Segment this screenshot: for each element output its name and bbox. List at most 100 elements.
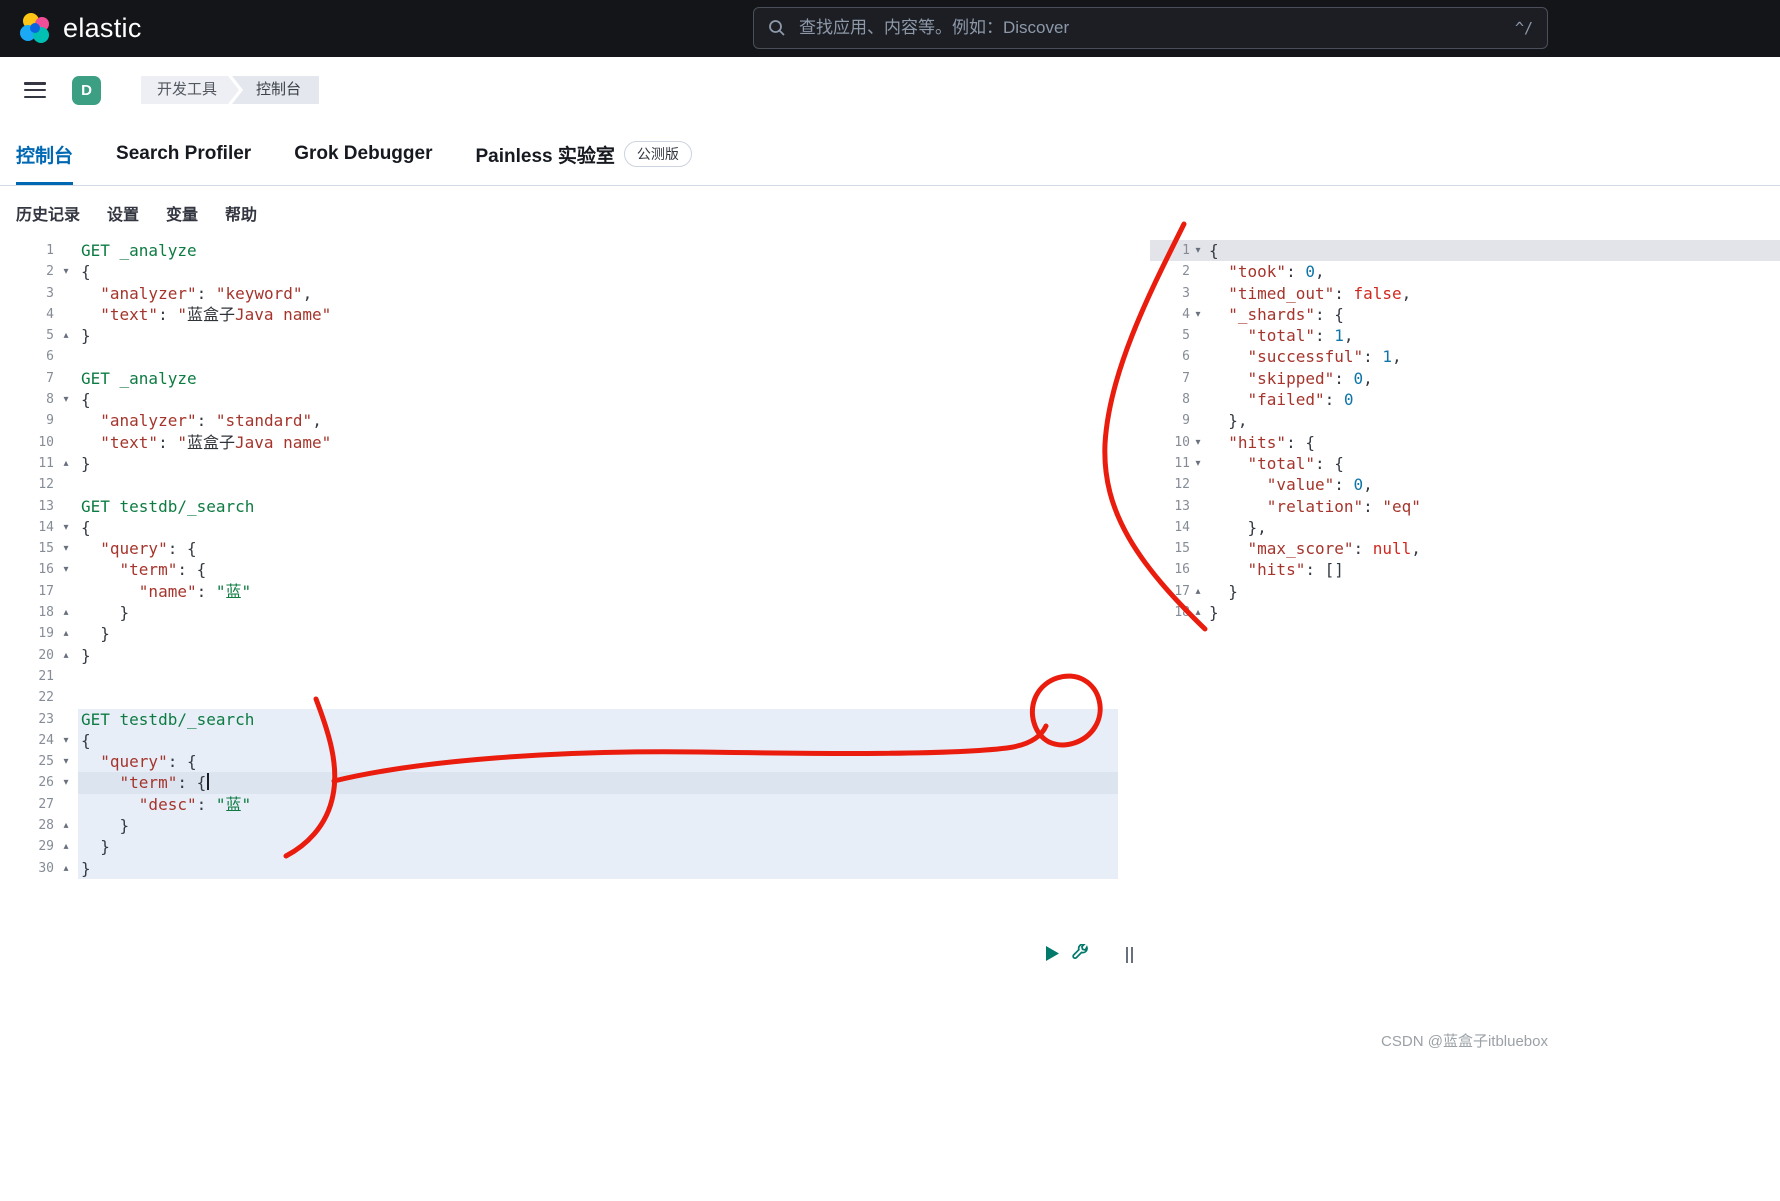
fold-toggle-icon[interactable]: ▴: [54, 858, 78, 879]
code-line[interactable]: 15 "max_score": null,: [1150, 538, 1780, 559]
fold-toggle-icon[interactable]: ▴: [54, 645, 78, 666]
code-text[interactable]: "analyzer": "standard",: [78, 410, 1118, 431]
code-text[interactable]: "name": "蓝": [78, 581, 1118, 602]
code-text[interactable]: "value": 0,: [1206, 474, 1780, 495]
code-text[interactable]: GET _analyze: [78, 240, 1118, 261]
response-viewer[interactable]: 1▾{2 "took": 0,3 "timed_out": false,4▾ "…: [1150, 240, 1780, 623]
code-text[interactable]: }: [78, 858, 1118, 879]
menu-help[interactable]: 帮助: [225, 201, 257, 225]
menu-button[interactable]: [24, 82, 46, 98]
code-line[interactable]: 3 "timed_out": false,: [1150, 283, 1780, 304]
code-text[interactable]: },: [1206, 410, 1780, 431]
code-line[interactable]: 12: [0, 474, 1118, 495]
code-line[interactable]: 1GET _analyze: [0, 240, 1118, 261]
code-text[interactable]: GET _analyze: [78, 368, 1118, 389]
code-line[interactable]: 14▾{: [0, 517, 1118, 538]
code-text[interactable]: "text": "蓝盒子Java name": [78, 432, 1118, 453]
fold-toggle-icon[interactable]: ▾: [1190, 432, 1206, 453]
code-text[interactable]: "max_score": null,: [1206, 538, 1780, 559]
code-text[interactable]: "term": {: [78, 559, 1118, 580]
code-line[interactable]: 2▾{: [0, 261, 1118, 282]
code-line[interactable]: 18▴ }: [0, 602, 1118, 623]
code-line[interactable]: 15▾ "query": {: [0, 538, 1118, 559]
code-line[interactable]: 17 "name": "蓝": [0, 581, 1118, 602]
code-line[interactable]: 13GET testdb/_search: [0, 496, 1118, 517]
tab-grok-debugger[interactable]: Grok Debugger: [294, 123, 432, 185]
code-text[interactable]: "timed_out": false,: [1206, 283, 1780, 304]
code-text[interactable]: }: [78, 815, 1118, 836]
code-line[interactable]: 7GET _analyze: [0, 368, 1118, 389]
code-line[interactable]: 12 "value": 0,: [1150, 474, 1780, 495]
code-line[interactable]: 30▴}: [0, 858, 1118, 879]
code-line[interactable]: 8 "failed": 0: [1150, 389, 1780, 410]
code-text[interactable]: "analyzer": "keyword",: [78, 283, 1118, 304]
code-text[interactable]: "_shards": {: [1206, 304, 1780, 325]
code-text[interactable]: "took": 0,: [1206, 261, 1780, 282]
code-line[interactable]: 24▾{: [0, 730, 1118, 751]
code-line[interactable]: 2 "took": 0,: [1150, 261, 1780, 282]
code-line[interactable]: 28▴ }: [0, 815, 1118, 836]
code-line[interactable]: 9 "analyzer": "standard",: [0, 410, 1118, 431]
code-text[interactable]: }: [78, 325, 1118, 346]
request-options-button[interactable]: [1071, 943, 1091, 963]
fold-toggle-icon[interactable]: ▾: [54, 538, 78, 559]
code-line[interactable]: 20▴}: [0, 645, 1118, 666]
code-line[interactable]: 5▴}: [0, 325, 1118, 346]
code-text[interactable]: "total": {: [1206, 453, 1780, 474]
code-text[interactable]: GET testdb/_search: [78, 496, 1118, 517]
code-line[interactable]: 25▾ "query": {: [0, 751, 1118, 772]
code-line[interactable]: 4 "text": "蓝盒子Java name": [0, 304, 1118, 325]
code-line[interactable]: 6: [0, 346, 1118, 367]
code-line[interactable]: 22: [0, 687, 1118, 708]
code-line[interactable]: 4▾ "_shards": {: [1150, 304, 1780, 325]
code-text[interactable]: }: [1206, 602, 1780, 623]
fold-toggle-icon[interactable]: ▾: [54, 559, 78, 580]
code-text[interactable]: },: [1206, 517, 1780, 538]
code-line[interactable]: 13 "relation": "eq": [1150, 496, 1780, 517]
fold-toggle-icon[interactable]: ▴: [1190, 602, 1206, 623]
fold-toggle-icon[interactable]: ▾: [1190, 304, 1206, 325]
breadcrumb-item-devtools[interactable]: 开发工具: [141, 76, 239, 104]
search-input[interactable]: [797, 17, 1504, 39]
code-line[interactable]: 11▾ "total": {: [1150, 453, 1780, 474]
fold-toggle-icon[interactable]: ▾: [1190, 453, 1206, 474]
code-text[interactable]: GET testdb/_search: [78, 709, 1118, 730]
code-text[interactable]: }: [1206, 581, 1780, 602]
code-line[interactable]: 3 "analyzer": "keyword",: [0, 283, 1118, 304]
fold-toggle-icon[interactable]: ▴: [54, 836, 78, 857]
code-line[interactable]: 10▾ "hits": {: [1150, 432, 1780, 453]
code-line[interactable]: 23GET testdb/_search: [0, 709, 1118, 730]
code-line[interactable]: 16▾ "term": {: [0, 559, 1118, 580]
send-request-button[interactable]: [1042, 943, 1062, 963]
code-text[interactable]: {: [1206, 240, 1780, 261]
code-text[interactable]: }: [78, 602, 1118, 623]
fold-toggle-icon[interactable]: ▴: [54, 325, 78, 346]
code-text[interactable]: {: [78, 730, 1118, 751]
code-line[interactable]: 16 "hits": []: [1150, 559, 1780, 580]
code-text[interactable]: [78, 666, 1118, 687]
code-text[interactable]: [78, 474, 1118, 495]
fold-toggle-icon[interactable]: ▾: [54, 389, 78, 410]
tab-painless-lab[interactable]: Painless 实验室 公测版: [476, 123, 692, 185]
fold-toggle-icon[interactable]: ▴: [54, 815, 78, 836]
code-text[interactable]: "relation": "eq": [1206, 496, 1780, 517]
code-line[interactable]: 8▾{: [0, 389, 1118, 410]
code-text[interactable]: "skipped": 0,: [1206, 368, 1780, 389]
code-line[interactable]: 19▴ }: [0, 623, 1118, 644]
panel-splitter[interactable]: [1122, 947, 1136, 965]
code-line[interactable]: 10 "text": "蓝盒子Java name": [0, 432, 1118, 453]
code-line[interactable]: 17▴ }: [1150, 581, 1780, 602]
global-search[interactable]: ^/: [753, 7, 1548, 49]
code-line[interactable]: 6 "successful": 1,: [1150, 346, 1780, 367]
code-text[interactable]: {: [78, 389, 1118, 410]
code-text[interactable]: "text": "蓝盒子Java name": [78, 304, 1118, 325]
code-text[interactable]: "term": {: [78, 772, 1118, 793]
code-line[interactable]: 11▴}: [0, 453, 1118, 474]
code-text[interactable]: "query": {: [78, 538, 1118, 559]
tab-console[interactable]: 控制台: [16, 123, 73, 185]
code-line[interactable]: 14 },: [1150, 517, 1780, 538]
code-line[interactable]: 9 },: [1150, 410, 1780, 431]
code-text[interactable]: "hits": []: [1206, 559, 1780, 580]
code-text[interactable]: [78, 346, 1118, 367]
code-text[interactable]: }: [78, 623, 1118, 644]
